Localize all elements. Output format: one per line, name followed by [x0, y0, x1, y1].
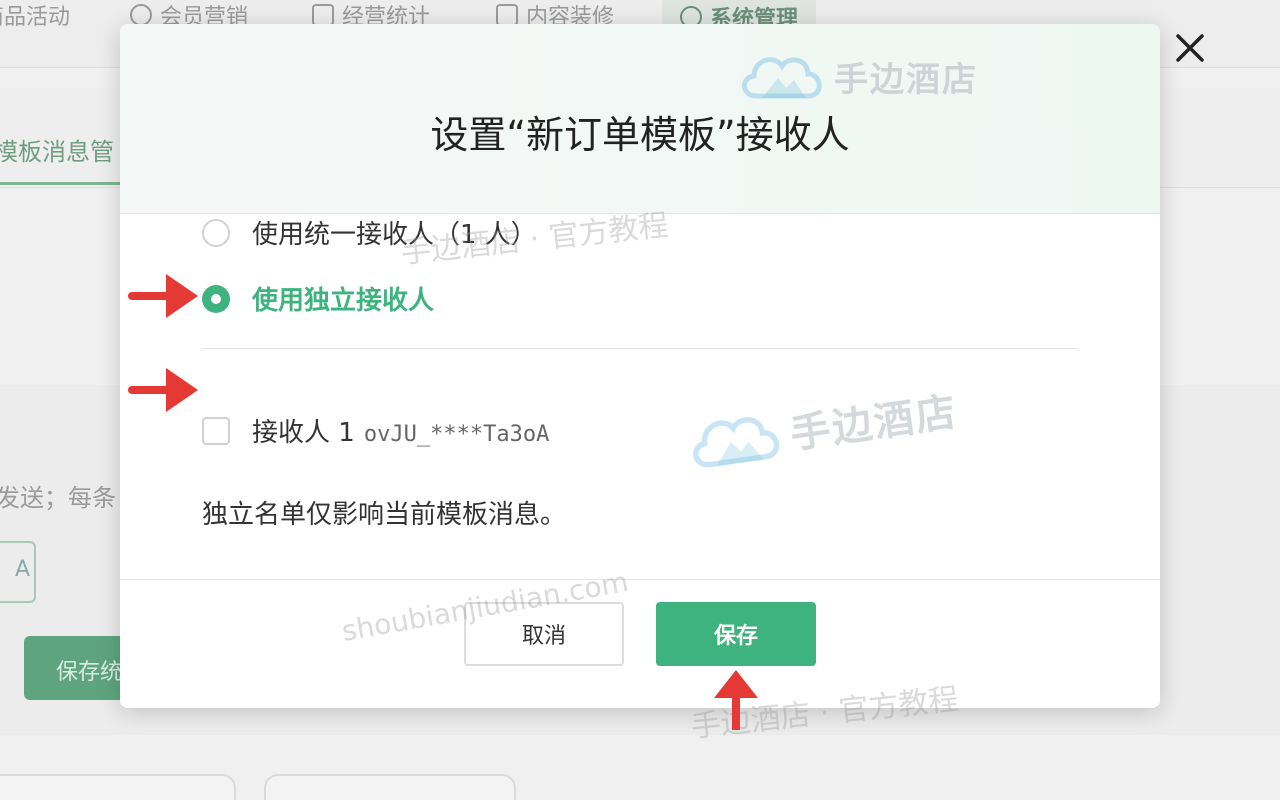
annotation-arrow-right-icon	[128, 274, 198, 318]
count-input[interactable]: A	[0, 541, 36, 603]
recipient-openid: ovJU_****Ta3oA	[363, 422, 550, 447]
help-note: 独立名单仅影响当前模板消息。	[202, 500, 567, 530]
description-text: 发送；每条	[0, 484, 116, 512]
nav-item-label: 商品活动	[0, 5, 71, 30]
close-icon[interactable]	[1172, 30, 1208, 66]
option-label: 使用统一接收人（1 人）	[252, 220, 537, 250]
card	[0, 774, 236, 800]
annotation-arrow-right-icon	[128, 368, 198, 412]
radio-button-checked[interactable]	[202, 284, 230, 313]
divider	[202, 348, 1078, 349]
nav-item-products[interactable]: 商品活动	[0, 0, 70, 30]
active-tab-indicator	[0, 182, 122, 185]
option-label: 使用独立接收人	[252, 286, 435, 316]
dialog-title: 设置“新订单模板”接收人	[430, 113, 850, 157]
tab-template-messages[interactable]: 模板消息管	[0, 132, 114, 167]
card	[264, 774, 516, 800]
recipient-name: 接收人 1	[252, 418, 355, 448]
chart-icon	[312, 4, 334, 26]
dialog-footer	[120, 579, 1160, 708]
recipient-dialog: 设置“新订单模板”接收人 使用统一接收人（1 人） 使用独立接收人 接收人 1 …	[120, 24, 1160, 708]
option-unified-recipient[interactable]: 使用统一接收人（1 人）	[202, 214, 537, 251]
radio-button[interactable]	[202, 218, 230, 247]
layout-icon	[496, 4, 518, 26]
recipient-checkbox[interactable]	[202, 416, 230, 445]
recipient-row[interactable]: 接收人 1 ovJU_****Ta3oA	[202, 412, 549, 449]
option-independent-recipient[interactable]: 使用独立接收人	[202, 280, 434, 317]
user-icon	[130, 4, 152, 26]
dialog-header: 设置“新订单模板”接收人	[120, 24, 1160, 214]
annotation-arrow-up-icon	[714, 670, 758, 730]
cancel-button[interactable]: 取消	[464, 602, 624, 666]
save-button[interactable]: 保存	[656, 602, 816, 666]
